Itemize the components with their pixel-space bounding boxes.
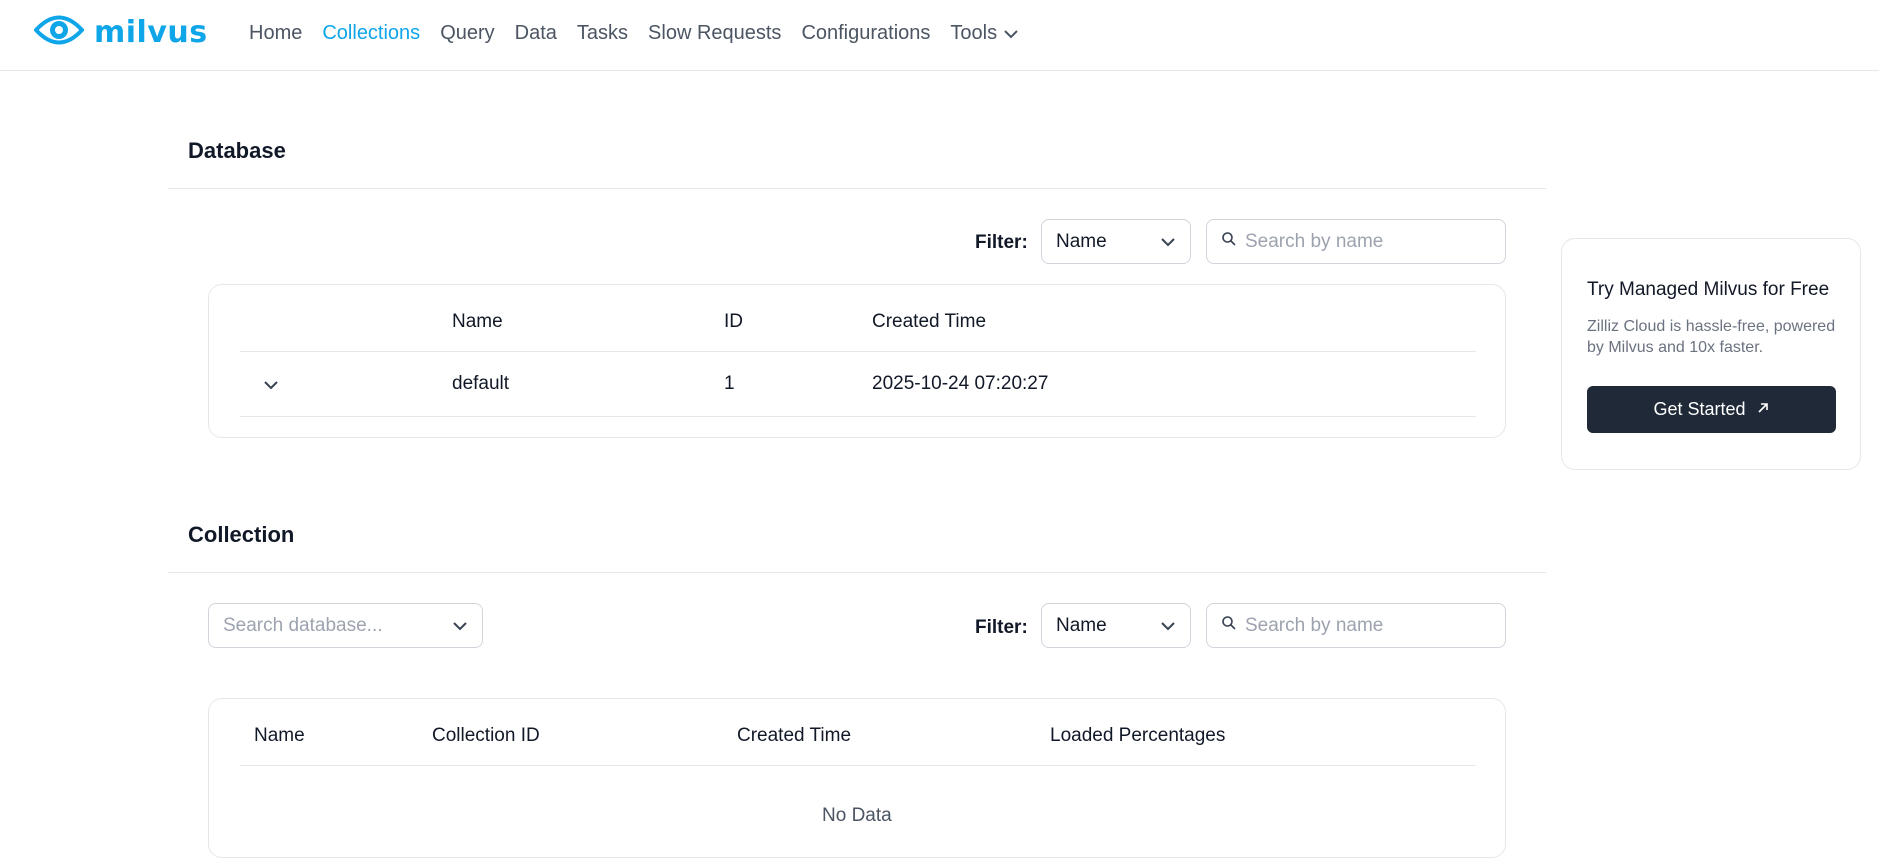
milvus-eye-icon bbox=[33, 11, 85, 54]
chevron-down-icon[interactable] bbox=[263, 377, 279, 395]
collection-filter-field-value: Name bbox=[1056, 614, 1107, 636]
database-col-id: ID bbox=[724, 311, 743, 332]
search-icon bbox=[1221, 615, 1237, 636]
arrow-up-right-icon bbox=[1756, 399, 1770, 420]
nav-collections[interactable]: Collections bbox=[322, 22, 420, 45]
nav-tools-label: Tools bbox=[950, 22, 998, 44]
collection-filter-label: Filter: bbox=[975, 617, 1028, 638]
collection-empty-text: No Data bbox=[822, 805, 892, 826]
database-filter-field-select[interactable]: Name bbox=[1041, 219, 1191, 264]
collection-table: Name Collection ID Created Time Loaded P… bbox=[208, 698, 1506, 858]
chevron-down-icon bbox=[1160, 231, 1176, 253]
database-divider bbox=[168, 188, 1546, 189]
promo-title: Try Managed Milvus for Free bbox=[1587, 279, 1830, 300]
database-row-id: 1 bbox=[724, 373, 735, 394]
database-section-title: Database bbox=[188, 138, 286, 163]
database-table: Name ID Created Time default 1 2025-10-2… bbox=[208, 284, 1506, 438]
nav-data[interactable]: Data bbox=[515, 22, 557, 45]
collection-col-name: Name bbox=[254, 725, 305, 746]
collection-search-box[interactable] bbox=[1206, 603, 1506, 648]
database-row-created-time: 2025-10-24 07:20:27 bbox=[872, 373, 1049, 394]
promo-description: Zilliz Cloud is hassle-free, powered by … bbox=[1587, 318, 1836, 356]
nav-tasks[interactable]: Tasks bbox=[577, 22, 628, 45]
database-filter-label: Filter: bbox=[975, 232, 1028, 253]
collection-search-input[interactable] bbox=[1245, 614, 1485, 637]
get-started-button[interactable]: Get Started bbox=[1587, 386, 1836, 433]
nav-home[interactable]: Home bbox=[249, 22, 302, 45]
database-select[interactable]: Search database... bbox=[208, 603, 483, 648]
collection-col-collection-id: Collection ID bbox=[432, 725, 540, 746]
get-started-label: Get Started bbox=[1653, 399, 1746, 419]
database-filter-field-value: Name bbox=[1056, 230, 1107, 252]
database-search-input[interactable] bbox=[1245, 230, 1485, 253]
top-navbar: milvus Home Collections Query Data Tasks… bbox=[0, 0, 1879, 71]
collection-col-created-time: Created Time bbox=[737, 725, 852, 746]
nav-query[interactable]: Query bbox=[440, 22, 494, 45]
database-col-name: Name bbox=[452, 311, 503, 332]
nav-tools[interactable]: Tools bbox=[950, 22, 1019, 45]
milvus-logo[interactable]: milvus bbox=[33, 10, 208, 54]
collection-filter-field-select[interactable]: Name bbox=[1041, 603, 1191, 648]
chevron-down-icon bbox=[452, 615, 468, 637]
collection-divider bbox=[168, 572, 1546, 573]
collection-section-title: Collection bbox=[188, 522, 295, 547]
nav-configurations[interactable]: Configurations bbox=[801, 22, 930, 45]
search-icon bbox=[1221, 231, 1237, 252]
database-row-divider bbox=[240, 416, 1476, 417]
promo-card: Try Managed Milvus for Free Zilliz Cloud… bbox=[1561, 238, 1861, 470]
collection-col-loaded-percentages: Loaded Percentages bbox=[1050, 725, 1226, 746]
collection-header-divider bbox=[240, 765, 1476, 766]
database-search-box[interactable] bbox=[1206, 219, 1506, 264]
chevron-down-icon bbox=[1003, 29, 1019, 39]
main-nav: Home Collections Query Data Tasks Slow R… bbox=[249, 22, 1039, 45]
brand-name: milvus bbox=[94, 14, 208, 50]
database-header-divider bbox=[240, 351, 1476, 352]
nav-slow-requests[interactable]: Slow Requests bbox=[648, 22, 781, 45]
database-col-created-time: Created Time bbox=[872, 311, 987, 332]
database-select-placeholder: Search database... bbox=[223, 614, 383, 636]
database-row-name: default bbox=[452, 373, 510, 394]
chevron-down-icon bbox=[1160, 615, 1176, 637]
